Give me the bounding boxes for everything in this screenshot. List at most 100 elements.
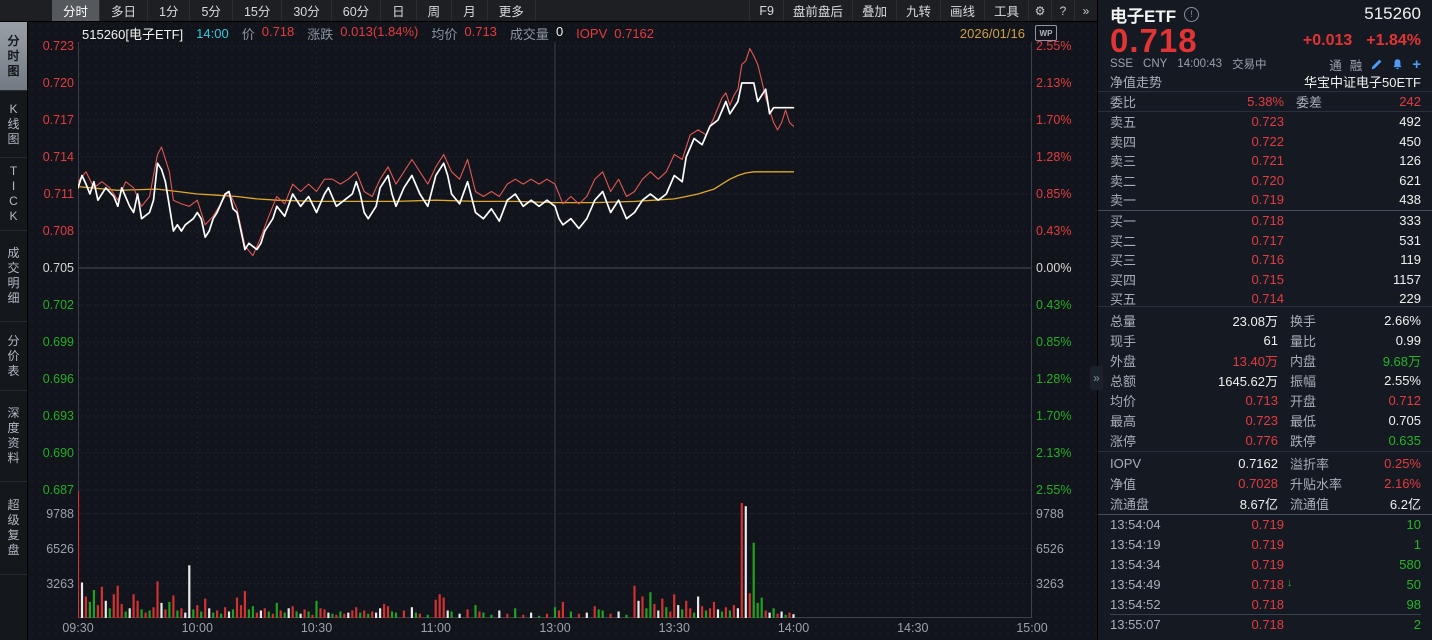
volume-bar	[788, 613, 790, 618]
sidebar-item-成交明细[interactable]: 成交明细	[0, 231, 27, 322]
ask-level-label: 卖四	[1110, 132, 1166, 151]
nav-trend-row[interactable]: 净值走势 华宝中证电子50ETF	[1098, 71, 1432, 92]
sidebar-item-K线图[interactable]: K线图	[0, 91, 27, 158]
panel-collapse-handle[interactable]: »	[1090, 366, 1103, 390]
volume-bar	[164, 609, 166, 618]
bid-row[interactable]: 买一0.718333	[1110, 211, 1421, 231]
sidebar-item-char: 分	[7, 34, 19, 49]
menu-画线[interactable]: 画线	[940, 0, 984, 21]
tick-row[interactable]: 13:55:070.7182	[1110, 615, 1421, 635]
price-axis-label: 0.714	[30, 149, 74, 165]
tab-多日[interactable]: 多日	[100, 0, 148, 21]
weibi-label: 委比	[1110, 92, 1166, 111]
edit-icon[interactable]	[1370, 58, 1383, 71]
ask-row[interactable]: 卖二0.720621	[1110, 171, 1421, 191]
tick-row[interactable]: 13:54:520.71898	[1110, 594, 1421, 615]
gear-icon[interactable]: ⚙	[1028, 0, 1051, 21]
tab-更多[interactable]: 更多	[488, 0, 536, 21]
price-axis-label: 0.711	[30, 186, 74, 202]
intraday-chart[interactable]	[78, 42, 1032, 618]
ask-row[interactable]: 卖三0.721126	[1110, 151, 1421, 171]
volume-bar	[403, 611, 405, 619]
tab-1分[interactable]: 1分	[148, 0, 190, 21]
volume-bar	[637, 601, 639, 618]
stat-value: 23.08万	[1166, 311, 1278, 330]
time-axis-label: 11:00	[412, 620, 460, 636]
volume-bar	[578, 614, 580, 618]
ask-quantity: 621	[1284, 173, 1421, 188]
bid-row[interactable]: 买二0.717531	[1110, 231, 1421, 251]
sidebar-item-char: T	[10, 164, 17, 179]
menu-工具[interactable]: 工具	[984, 0, 1028, 21]
tab-15分[interactable]: 15分	[233, 0, 282, 21]
sidebar-item-分价表[interactable]: 分价表	[0, 322, 27, 391]
volume-bar	[490, 615, 492, 618]
add-icon[interactable]: +	[1412, 56, 1421, 73]
volume-bar	[184, 613, 186, 618]
ask-row[interactable]: 卖五0.723492	[1110, 112, 1421, 132]
tab-分时[interactable]: 分时	[52, 0, 100, 21]
volume-axis-label: 6526	[30, 541, 74, 557]
tab-60分[interactable]: 60分	[332, 0, 381, 21]
stat-value: 13.40万	[1166, 351, 1278, 370]
stat-label: 最高	[1110, 411, 1166, 430]
bid-row[interactable]: 买四0.7151157	[1110, 270, 1421, 290]
tab-月[interactable]: 月	[452, 0, 488, 21]
volume-bar	[769, 613, 771, 618]
iopv-label: 净值	[1110, 474, 1166, 493]
menu-盘前盘后[interactable]: 盘前盘后	[783, 0, 852, 21]
tab-30分[interactable]: 30分	[282, 0, 331, 21]
volume-bar	[395, 613, 397, 618]
stat-label: 换手	[1278, 311, 1350, 330]
expand-icon[interactable]: »	[1074, 0, 1097, 21]
stat-label: 量比	[1278, 331, 1350, 350]
tick-quantity: 10	[1284, 517, 1421, 532]
sidebar-item-超级复盘[interactable]: 超级复盘	[0, 482, 27, 575]
bid-row[interactable]: 买五0.714229	[1110, 289, 1421, 309]
volume-bar	[733, 605, 735, 618]
volume-bar	[272, 614, 274, 618]
volume-bar	[260, 611, 262, 619]
price-axis-label: 0.696	[30, 371, 74, 387]
volume-axis-label: 3263	[30, 576, 74, 592]
volume-bar	[196, 605, 198, 618]
tick-row[interactable]: 13:54:190.7191	[1110, 535, 1421, 555]
help-icon[interactable]: ?	[1051, 0, 1074, 21]
bid-row[interactable]: 买三0.716119	[1110, 250, 1421, 270]
volume-bar	[594, 606, 596, 618]
bid-quantity: 119	[1284, 252, 1421, 267]
tick-row[interactable]: 13:54:490.718↓50	[1110, 574, 1421, 594]
volume-bar	[180, 608, 182, 618]
tick-row[interactable]: 13:54:340.719580	[1110, 555, 1421, 575]
stat-value: 1645.62万	[1166, 371, 1278, 390]
ask-row[interactable]: 卖四0.722450	[1110, 132, 1421, 152]
price-label: 价	[242, 24, 255, 43]
tab-5分[interactable]: 5分	[190, 0, 232, 21]
iopv-label: 溢折率	[1278, 454, 1350, 473]
ask-row[interactable]: 卖一0.719438	[1110, 190, 1421, 210]
info-icon[interactable]: !	[1184, 7, 1199, 22]
sidebar-item-char: 料	[7, 451, 19, 466]
volume-bar	[427, 615, 429, 618]
sidebar-item-TICK[interactable]: TICK	[0, 158, 27, 231]
alert-bell-icon[interactable]	[1391, 58, 1404, 71]
price-axis-label: 0.687	[30, 482, 74, 498]
volume-bar	[327, 613, 329, 618]
tick-row[interactable]: 13:55:190.7185	[1110, 635, 1421, 640]
avg-label: 均价	[431, 24, 457, 43]
volume-bar	[109, 608, 111, 618]
stat-label: 外盘	[1110, 351, 1166, 370]
time-axis-label: 10:30	[293, 620, 341, 636]
volume-bar	[331, 614, 333, 618]
sidebar-item-深度资料[interactable]: 深度资料	[0, 391, 27, 482]
volume-bar	[216, 611, 218, 619]
menu-叠加[interactable]: 叠加	[852, 0, 896, 21]
tick-row[interactable]: 13:54:040.71910	[1110, 515, 1421, 535]
tab-日[interactable]: 日	[381, 0, 417, 21]
volume-bar	[602, 611, 604, 619]
bid-price: 0.715	[1166, 272, 1284, 287]
menu-F9[interactable]: F9	[749, 0, 783, 21]
tab-周[interactable]: 周	[417, 0, 453, 21]
menu-九转[interactable]: 九转	[896, 0, 940, 21]
sidebar-item-分时图[interactable]: 分时图	[0, 22, 27, 91]
